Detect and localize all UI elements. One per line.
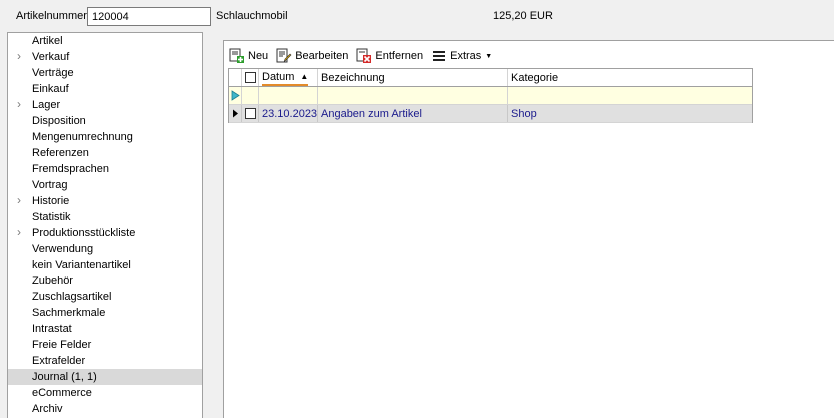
artikelnummer-field[interactable] [87,7,211,26]
chevron-right-icon[interactable]: › [17,49,27,65]
nav-item-label: Einkauf [32,83,69,95]
nav-item-archiv[interactable]: Archiv [8,401,202,417]
nav-item-artikel[interactable]: Artikel [8,33,202,49]
column-header-bezeichnung[interactable]: Bezeichnung [318,69,508,86]
nav-item-sachmerkmale[interactable]: Sachmerkmale [8,305,202,321]
nav-item-label: Referenzen [32,147,89,159]
article-price: 125,20 EUR [493,10,553,22]
nav-item-label: Zuschlagsartikel [32,291,112,303]
nav-item-verwendung[interactable]: Verwendung [8,241,202,257]
row-current-indicator [229,105,242,122]
edit-doc-icon [276,48,292,63]
select-all-checkbox[interactable] [244,72,256,83]
column-header-datum-label: Datum [262,70,295,83]
article-header: Artikelnummer Schlauchmobil 125,20 EUR [0,0,834,32]
journal-panel: Neu Bearbeiten Entfernen Extras ▼ Datum … [223,40,834,418]
nav-item-label: Sachmerkmale [32,307,106,319]
nav-item-label: kein Variantenartikel [32,259,131,271]
row-checkbox[interactable] [244,108,256,119]
nav-item-zuschlagsartikel[interactable]: Zuschlagsartikel [8,289,202,305]
artikelnummer-label: Artikelnummer [16,10,87,22]
nav-item-label: Vortrag [32,179,68,191]
row-bezeichnung-cell[interactable]: Angaben zum Artikel [318,105,508,122]
nav-item-label: Verkauf [32,51,70,63]
nav-item-journal-1-1[interactable]: Journal (1, 1) [8,369,202,385]
new-row-kategorie-cell[interactable] [508,87,752,104]
nav-item-label: Historie [32,195,70,207]
nav-item-disposition[interactable]: Disposition [8,113,202,129]
chevron-right-icon[interactable]: › [17,225,27,241]
extras-button-label: Extras [450,50,482,62]
nav-item-ecommerce[interactable]: eCommerce [8,385,202,401]
remove-doc-icon [356,48,372,63]
nav-item-vortrag[interactable]: Vortrag [8,177,202,193]
nav-item-extrafelder[interactable]: Extrafelder [8,353,202,369]
current-row-arrow-icon [232,109,238,118]
nav-item-verträge[interactable]: Verträge [8,65,202,81]
nav-item-statistik[interactable]: Statistik [8,209,202,225]
table-row[interactable]: 23.10.2023 Angaben zum Artikel Shop [229,105,752,123]
chevron-right-icon[interactable]: › [17,97,27,113]
nav-item-label: Artikel [32,35,63,47]
dropdown-caret-icon: ▼ [485,52,493,60]
nav-item-label: Verträge [32,67,74,79]
nav-item-referenzen[interactable]: Referenzen [8,145,202,161]
remove-button-label: Entfernen [375,50,424,62]
row-kategorie-cell[interactable]: Shop [508,105,752,122]
hamburger-icon [433,51,446,61]
nav-item-lager[interactable]: › Lager [8,97,202,113]
new-row[interactable] [229,87,752,105]
column-header-datum[interactable]: Datum ▲ [259,69,318,86]
new-row-indicator [229,87,242,104]
new-row-checkbox-cell [242,87,259,104]
nav-item-label: Journal (1, 1) [32,371,97,383]
nav-item-produktionsstückliste[interactable]: › Produktionsstückliste [8,225,202,241]
nav-item-label: Intrastat [32,323,72,335]
nav-item-fremdsprachen[interactable]: Fremdsprachen [8,161,202,177]
nav-item-freie-felder[interactable]: Freie Felder [8,337,202,353]
nav-item-historie[interactable]: › Historie [8,193,202,209]
nav-item-label: Freie Felder [32,339,92,351]
nav-item-label: eCommerce [32,387,92,399]
nav-item-label: Fremdsprachen [32,163,110,175]
edit-button[interactable]: Bearbeiten [276,46,348,66]
header-indicator-cell [229,69,242,86]
nav-item-label: Archiv [32,403,63,415]
new-row-datum-cell[interactable] [259,87,318,104]
chevron-right-icon[interactable]: › [17,193,27,209]
nav-item-label: Disposition [32,115,86,127]
grid-header-row: Datum ▲ Bezeichnung Kategorie [229,69,752,87]
column-header-kategorie[interactable]: Kategorie [508,69,752,86]
sort-ascending-icon: ▲ [300,72,309,81]
journal-grid: Datum ▲ Bezeichnung Kategorie 23.10.2023… [228,68,753,123]
nav-item-mengenumrechnung[interactable]: Mengenumrechnung [8,129,202,145]
nav-item-verkauf[interactable]: › Verkauf [8,49,202,65]
remove-button[interactable]: Entfernen [356,46,423,66]
row-datum-cell[interactable]: 23.10.2023 [259,105,318,122]
journal-toolbar: Neu Bearbeiten Entfernen Extras ▼ [224,45,500,67]
new-button-label: Neu [248,50,269,62]
nav-item-label: Statistik [32,211,71,223]
new-row-arrow-icon [231,90,240,101]
select-all-checkbox-cell[interactable] [242,69,259,86]
nav-item-kein-variantenartikel[interactable]: kein Variantenartikel [8,257,202,273]
nav-item-label: Verwendung [32,243,94,255]
new-row-bezeichnung-cell[interactable] [318,87,508,104]
article-name: Schlauchmobil [216,10,288,22]
nav-item-label: Produktionsstückliste [32,227,136,239]
nav-item-label: Zubehör [32,275,73,287]
nav-item-einkauf[interactable]: Einkauf [8,81,202,97]
new-button[interactable]: Neu [229,46,268,66]
row-checkbox-cell[interactable] [242,105,259,122]
nav-item-intrastat[interactable]: Intrastat [8,321,202,337]
edit-button-label: Bearbeiten [295,50,349,62]
nav-item-zubehör[interactable]: Zubehör [8,273,202,289]
extras-menu-button[interactable]: Extras ▼ [431,46,492,66]
article-nav-tree: Artikel › Verkauf Verträge Einkauf › Lager Disp… [7,32,203,418]
nav-item-label: Mengenumrechnung [32,131,133,143]
nav-item-label: Lager [32,99,61,111]
nav-item-label: Extrafelder [32,355,86,367]
new-doc-icon [229,48,244,63]
